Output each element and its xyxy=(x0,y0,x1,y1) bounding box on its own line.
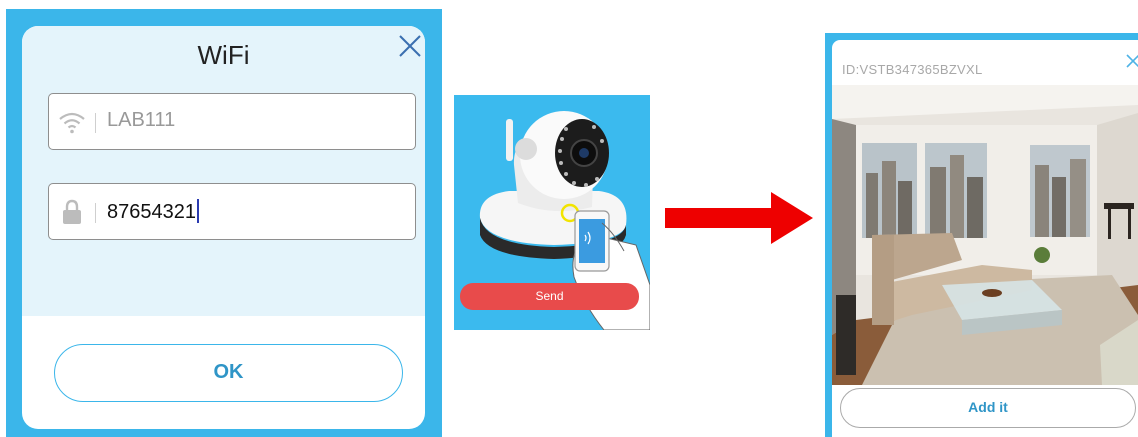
wifi-dialog-frame: WiFi LAB111 87654321 OK xyxy=(6,9,442,437)
camera-send-panel: Send xyxy=(454,95,650,330)
preview-dialog: ID:VSTB347365BZVXL Add it xyxy=(832,40,1138,437)
password-value: 87654321 xyxy=(107,201,196,223)
ssid-value: LAB111 xyxy=(107,109,176,131)
text-caret xyxy=(196,199,199,223)
close-icon[interactable] xyxy=(397,33,423,59)
field-separator xyxy=(95,113,96,133)
wifi-icon xyxy=(59,112,85,134)
arrow-right-icon xyxy=(665,192,813,244)
camera-live-preview-image xyxy=(832,85,1138,385)
preview-dialog-frame: ID:VSTB347365BZVXL Add it xyxy=(825,33,1138,437)
add-it-button[interactable]: Add it xyxy=(840,388,1136,428)
ok-button[interactable]: OK xyxy=(54,344,403,402)
password-field[interactable]: 87654321 xyxy=(48,183,416,240)
password-value-wrap: 87654321 xyxy=(107,199,199,224)
lock-icon xyxy=(63,199,81,224)
wifi-dialog-title: WiFi xyxy=(197,40,250,70)
ssid-field[interactable]: LAB111 xyxy=(48,93,416,150)
close-icon[interactable] xyxy=(1125,53,1138,69)
device-id-label: ID:VSTB347365BZVXL xyxy=(842,62,983,77)
send-button[interactable]: Send xyxy=(460,283,639,310)
field-separator xyxy=(95,203,96,223)
wifi-dialog: WiFi LAB111 87654321 OK xyxy=(22,26,425,429)
